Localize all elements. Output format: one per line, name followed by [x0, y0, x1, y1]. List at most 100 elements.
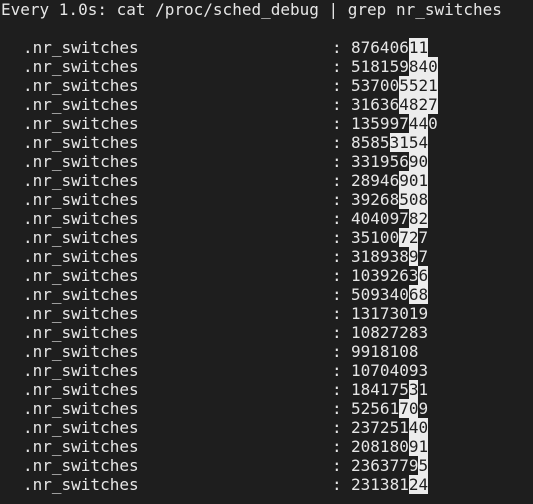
digit: 3: [370, 266, 380, 285]
separator: :: [332, 304, 342, 323]
digit: 3: [360, 418, 371, 437]
digit: 9: [370, 285, 380, 304]
digit: 3: [360, 456, 371, 475]
digit: 4: [379, 171, 390, 190]
changed-digit: 0: [428, 57, 438, 76]
digit: 1: [379, 57, 390, 76]
changed-digit: 4: [418, 114, 429, 133]
digit: 5: [370, 114, 380, 133]
digit: 3: [360, 76, 371, 95]
field-name: .nr_switches: [23, 342, 139, 361]
switch-count-value: 23725140: [351, 418, 429, 437]
switch-count-value: 23138124: [351, 475, 429, 494]
digit: 5: [389, 152, 400, 171]
digit: 1: [399, 475, 409, 494]
digit: 0: [399, 304, 409, 323]
digit: 7: [418, 247, 429, 266]
switch-count-value: 20818091: [351, 437, 429, 456]
digit: 6: [399, 152, 409, 171]
switch-count-value: 13173019: [351, 304, 428, 323]
changed-digit: 8: [408, 57, 419, 76]
digit: 5: [399, 380, 409, 399]
switch-count-value: 537005521: [351, 76, 438, 95]
changed-digit: 2: [408, 228, 419, 247]
digit: 5: [370, 399, 380, 418]
field-name: .nr_switches: [23, 76, 139, 95]
digit: 3: [418, 361, 429, 380]
changed-digit: 5: [408, 76, 419, 95]
digit: 9: [370, 171, 380, 190]
digit: 0: [360, 437, 371, 456]
digit: 1: [351, 114, 361, 133]
digit: 1: [379, 437, 390, 456]
digit: 0: [379, 76, 390, 95]
separator: :: [332, 38, 342, 57]
digit: 7: [399, 209, 409, 228]
separator: :: [332, 209, 342, 228]
digit: 0: [399, 285, 409, 304]
switch-count-value: 31893897: [351, 247, 428, 266]
digit: 8: [351, 38, 361, 57]
digit: 7: [370, 418, 380, 437]
changed-digit: 0: [418, 418, 429, 437]
digit: 0: [379, 361, 390, 380]
terminal-window[interactable]: Every 1.0s: cat /proc/sched_debug | grep…: [0, 0, 533, 504]
changed-digit: 3: [408, 380, 419, 399]
digit: 2: [399, 323, 409, 342]
separator: :: [332, 190, 342, 209]
digit: 1: [351, 304, 361, 323]
digit: 8: [370, 133, 380, 152]
field-name: .nr_switches: [23, 38, 139, 57]
digit: 9: [418, 304, 429, 323]
digit: 6: [379, 399, 390, 418]
digit: 0: [389, 38, 400, 57]
separator: :: [332, 380, 342, 399]
digit: 7: [389, 380, 400, 399]
digit: 3: [360, 152, 371, 171]
field-name: .nr_switches: [23, 399, 139, 418]
digit: 2: [360, 399, 371, 418]
changed-digit: 5: [408, 133, 419, 152]
changed-digit: 4: [408, 114, 419, 133]
digit: 0: [428, 114, 438, 133]
digit: 0: [360, 209, 371, 228]
changed-digit: 8: [418, 285, 429, 304]
digit: 8: [379, 342, 390, 361]
changed-digit: 7: [399, 228, 409, 247]
digit: 9: [351, 342, 361, 361]
changed-digit: 7: [428, 95, 438, 114]
digit: 7: [399, 114, 409, 133]
digit: 7: [360, 38, 371, 57]
digit: 3: [360, 475, 371, 494]
digit: 8: [408, 342, 419, 361]
digit: 0: [389, 228, 400, 247]
changed-digit: 5: [399, 76, 409, 95]
digit: 0: [399, 342, 409, 361]
digit: 1: [370, 304, 380, 323]
digit: 0: [360, 285, 371, 304]
switch-count-value: 87640611: [351, 38, 429, 57]
digit: 6: [370, 456, 380, 475]
digit: 0: [360, 266, 371, 285]
digit: 2: [389, 266, 400, 285]
digit: 0: [360, 323, 371, 342]
digit: 3: [351, 247, 361, 266]
digit: 6: [389, 95, 400, 114]
field-name: .nr_switches: [23, 228, 139, 247]
changed-digit: 2: [418, 209, 429, 228]
switch-count-value: 85853154: [351, 133, 429, 152]
digit: 2: [351, 456, 361, 475]
changed-digit: 8: [408, 209, 419, 228]
digit: 3: [351, 190, 361, 209]
digit: 3: [351, 228, 361, 247]
changed-digit: 0: [408, 399, 419, 418]
switch-count-value: 316364827: [351, 95, 438, 114]
changed-digit: 4: [418, 133, 429, 152]
digit: 5: [360, 228, 371, 247]
digit: 9: [399, 57, 409, 76]
digit: 5: [351, 76, 361, 95]
field-name: .nr_switches: [23, 209, 139, 228]
changed-digit: 4: [418, 57, 429, 76]
digit: 1: [351, 266, 361, 285]
digit: 1: [370, 475, 380, 494]
